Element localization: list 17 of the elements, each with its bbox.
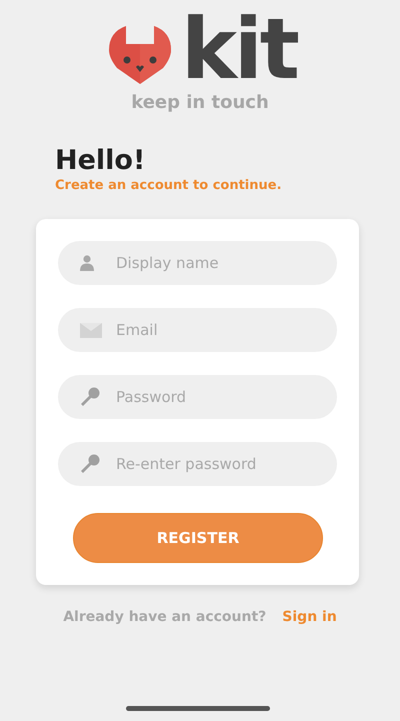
person-icon — [80, 255, 94, 271]
mail-icon — [80, 322, 102, 338]
input-field[interactable]: Re-enter password — [58, 442, 337, 486]
app-wordmark: kit — [181, 14, 297, 84]
input-field[interactable]: Email — [58, 308, 337, 352]
key-icon — [80, 387, 100, 407]
key-icon — [80, 454, 100, 474]
input-field[interactable]: Password — [58, 375, 337, 419]
greeting-title: Hello! — [55, 145, 146, 176]
greeting-subtitle: Create an account to continue. — [55, 178, 282, 193]
account-prompt: Already have an account? — [63, 609, 266, 625]
fox-logo-icon — [109, 26, 172, 84]
register-button[interactable]: REGISTER — [73, 513, 323, 563]
sign-in-link[interactable]: Sign in — [282, 609, 337, 625]
input-field[interactable]: Display name — [58, 241, 337, 285]
home-indicator[interactable] — [126, 706, 270, 711]
tagline: keep in touch — [131, 92, 269, 113]
